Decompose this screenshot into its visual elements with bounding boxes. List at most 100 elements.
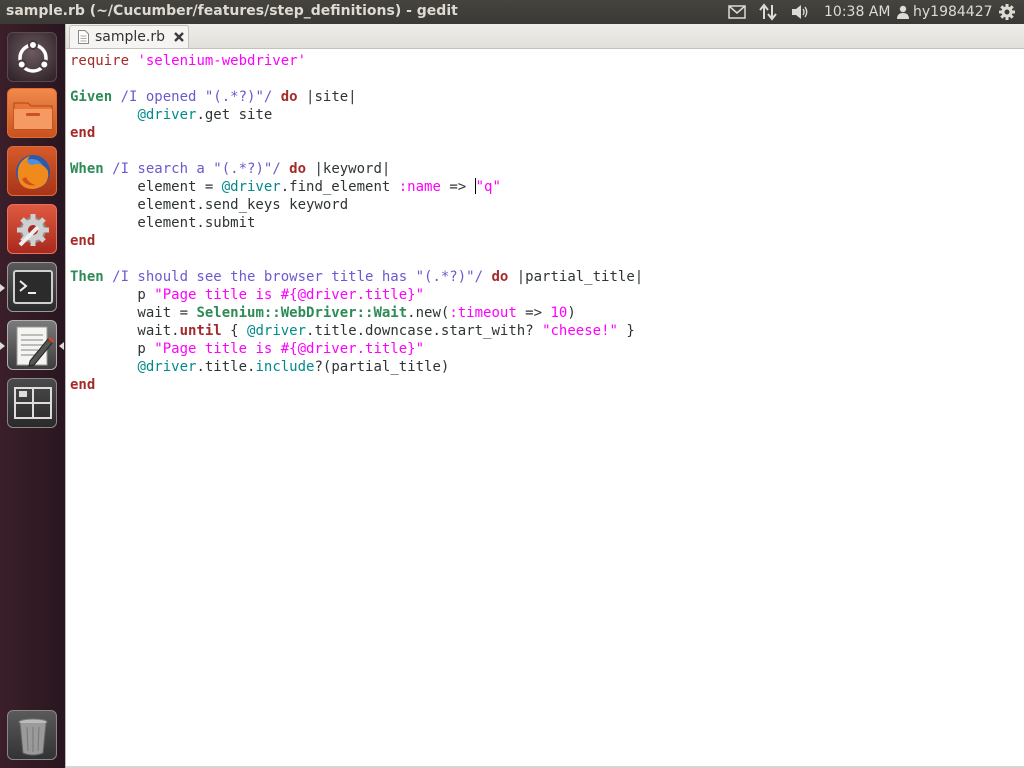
- code-token: @driver: [137, 359, 197, 375]
- code-token: end: [70, 377, 96, 393]
- code-token: "q": [475, 179, 501, 195]
- code-token: 10: [550, 305, 568, 321]
- code-line[interactable]: p "Page title is #{@driver.title}": [70, 286, 1024, 304]
- volume-icon[interactable]: [791, 0, 811, 24]
- code-token: "cheese!": [542, 323, 618, 339]
- code-token: until: [179, 323, 222, 339]
- code-token: Then: [70, 269, 104, 285]
- tab-bar: sample.rb: [66, 24, 1024, 49]
- code-token: "Page title is #{@driver.title}": [154, 287, 425, 303]
- code-line[interactable]: wait.until { @driver.title.downcase.star…: [70, 322, 1024, 340]
- code-token: do: [491, 269, 509, 285]
- code-token: .get site: [196, 107, 273, 123]
- code-line[interactable]: element.submit: [70, 214, 1024, 232]
- mail-icon[interactable]: [728, 0, 746, 24]
- code-line[interactable]: Given /I opened "(.*?)"/ do |site|: [70, 88, 1024, 106]
- code-token: @driver: [221, 179, 281, 195]
- code-token: @driver: [137, 107, 197, 123]
- code-token: |partial_title|: [508, 269, 644, 285]
- code-token: "(.*?)": [204, 89, 264, 105]
- code-token: {: [221, 323, 248, 339]
- code-token: p: [70, 287, 155, 303]
- code-token: "Page title is #{@driver.title}": [154, 341, 425, 357]
- code-token: :name: [398, 179, 441, 195]
- code-token: /I search a: [103, 161, 214, 177]
- trash-button[interactable]: [7, 710, 57, 760]
- folder-icon: [13, 102, 53, 130]
- terminal-icon: [13, 270, 53, 304]
- code-token: wait =: [70, 305, 197, 321]
- code-line[interactable]: end: [70, 124, 1024, 142]
- code-line[interactable]: require 'selenium-webdriver': [70, 52, 1024, 70]
- code-token: wait.: [70, 323, 180, 339]
- running-indicator: [0, 342, 5, 350]
- code-token: element =: [70, 179, 222, 195]
- text-editor-icon: [16, 326, 54, 367]
- code-token: /: [263, 89, 281, 105]
- close-tab-icon[interactable]: [173, 28, 185, 47]
- code-token: "(.*?)": [415, 269, 475, 285]
- code-token: :timeout: [449, 305, 517, 321]
- top-panel: sample.rb (~/Cucumber/features/step_defi…: [0, 0, 1024, 24]
- document-icon: [78, 30, 89, 44]
- code-token: "(.*?)": [213, 161, 273, 177]
- code-line[interactable]: p "Page title is #{@driver.title}": [70, 340, 1024, 358]
- code-token: /I opened: [112, 89, 205, 105]
- workspace-switcher-button[interactable]: [7, 378, 57, 428]
- user-menu[interactable]: hy1984427: [897, 0, 993, 24]
- gear-icon[interactable]: [998, 0, 1016, 24]
- settings-tools-icon: [17, 214, 49, 247]
- editor-window: sample.rb require 'selenium-webdriver' G…: [65, 24, 1024, 768]
- code-token: do: [280, 89, 298, 105]
- firefox-launcher-button[interactable]: [7, 146, 57, 196]
- network-icon[interactable]: [759, 0, 777, 24]
- code-token: require: [70, 53, 138, 69]
- code-line[interactable]: Then /I should see the browser title has…: [70, 268, 1024, 286]
- code-token: |site|: [297, 89, 357, 105]
- code-line[interactable]: end: [70, 232, 1024, 250]
- code-token: p: [70, 341, 155, 357]
- trash-icon: [18, 718, 48, 756]
- dash-home-button[interactable]: [7, 32, 57, 82]
- code-token: @driver: [247, 323, 307, 339]
- code-token: do: [289, 161, 307, 177]
- code-line[interactable]: [70, 70, 1024, 88]
- user-icon: [897, 5, 909, 19]
- code-line[interactable]: end: [70, 376, 1024, 394]
- code-line[interactable]: [70, 142, 1024, 160]
- clock[interactable]: 10:38 AM: [824, 0, 890, 24]
- code-token: include: [255, 359, 315, 375]
- files-launcher-button[interactable]: [7, 88, 57, 138]
- launcher: [0, 24, 66, 768]
- code-line[interactable]: When /I search a "(.*?)"/ do |keyword|: [70, 160, 1024, 178]
- code-token: /: [474, 269, 492, 285]
- code-token: .title.downcase.start_with?: [306, 323, 543, 339]
- terminal-launcher-button[interactable]: [7, 262, 57, 312]
- workspace-icon: [14, 387, 52, 419]
- code-token: .find_element: [280, 179, 399, 195]
- code-line[interactable]: element.send_keys keyword: [70, 196, 1024, 214]
- code-token: |keyword|: [306, 161, 391, 177]
- tab-sample-rb[interactable]: sample.rb: [69, 25, 189, 48]
- code-line[interactable]: wait = Selenium::WebDriver::Wait.new(:ti…: [70, 304, 1024, 322]
- code-line[interactable]: element = @driver.find_element :name => …: [70, 178, 1024, 196]
- code-line[interactable]: @driver.title.include?(partial_title): [70, 358, 1024, 376]
- user-name: hy1984427: [913, 4, 993, 20]
- code-token: /I should see the browser title has: [103, 269, 416, 285]
- system-settings-launcher-button[interactable]: [7, 204, 57, 254]
- code-line[interactable]: @driver.get site: [70, 106, 1024, 124]
- code-token: }: [617, 323, 635, 339]
- code-token: /: [272, 161, 290, 177]
- firefox-icon: [16, 155, 50, 189]
- code-editor[interactable]: require 'selenium-webdriver' Given /I op…: [70, 52, 1024, 394]
- code-token: end: [70, 125, 96, 141]
- code-token: Selenium::WebDriver::Wait: [196, 305, 408, 321]
- tab-label: sample.rb: [95, 29, 165, 45]
- running-indicator: [0, 284, 5, 292]
- code-token: 'selenium-webdriver': [137, 53, 307, 69]
- code-line[interactable]: [70, 250, 1024, 268]
- window-title: sample.rb (~/Cucumber/features/step_defi…: [6, 3, 458, 19]
- gedit-launcher-button[interactable]: [7, 320, 57, 370]
